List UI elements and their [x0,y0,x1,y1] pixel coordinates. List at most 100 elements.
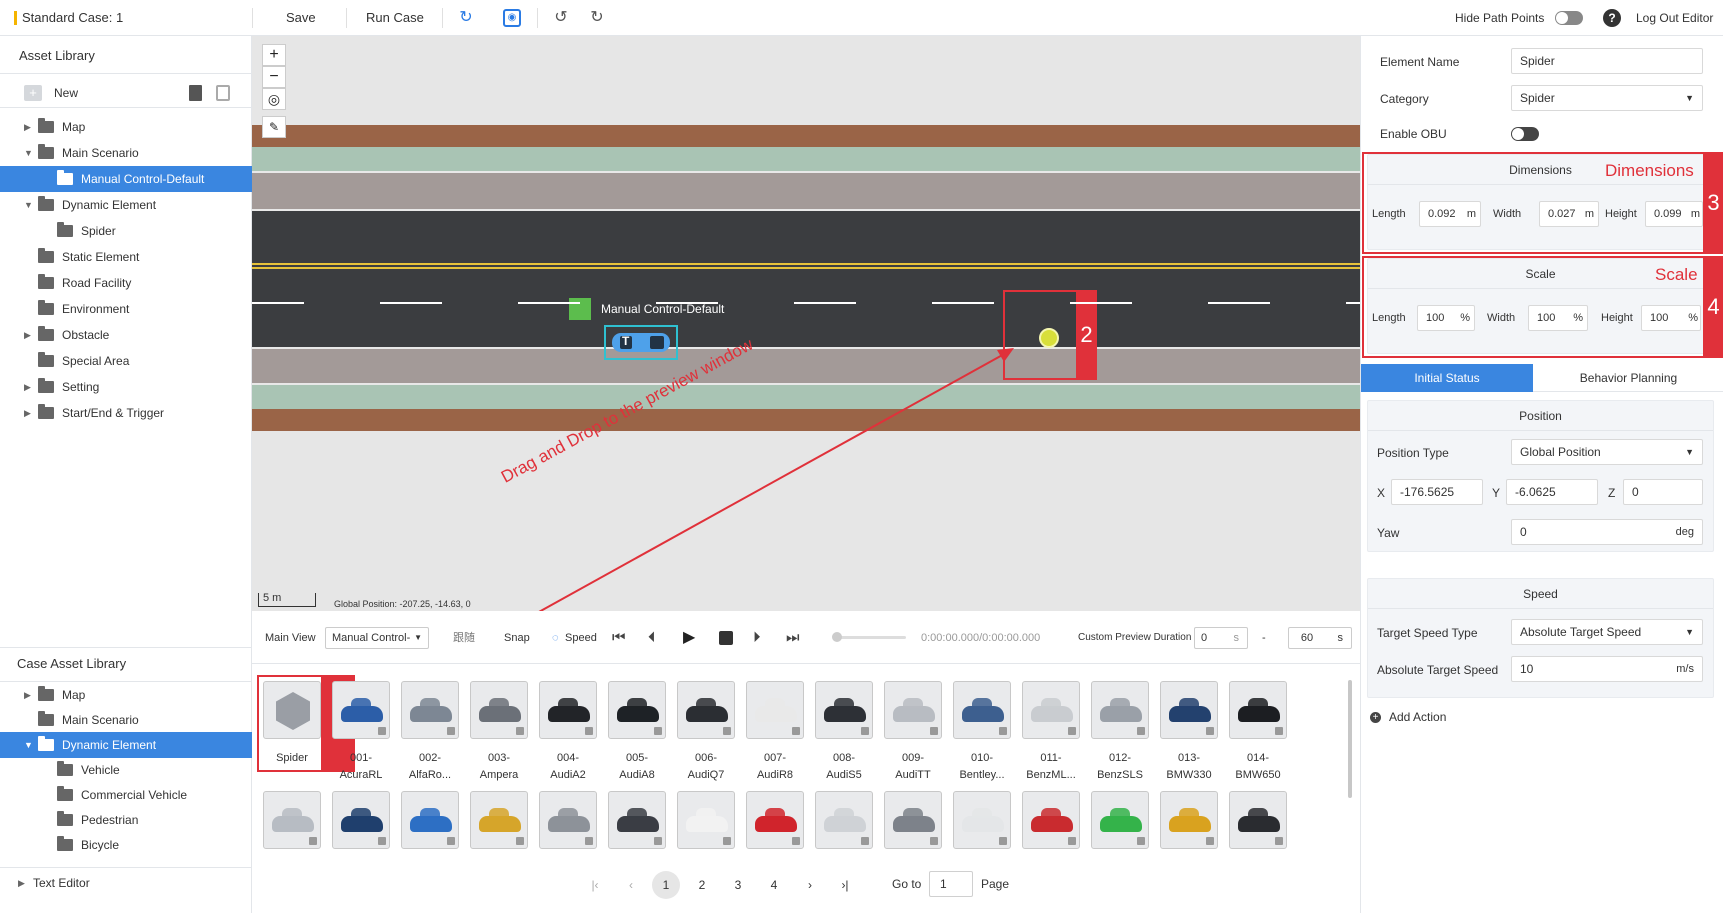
tree-item[interactable]: Bicycle [0,832,252,858]
next-page-button[interactable]: › [796,871,824,899]
speed-button[interactable]: Speed [565,612,597,664]
element-name-input[interactable]: Spider [1511,48,1703,74]
chevron-right-icon[interactable]: ▶ [24,400,34,426]
scale-width-input[interactable]: 100% [1528,305,1588,331]
help-icon[interactable]: ? [1603,9,1621,27]
dim-length-input[interactable]: 0.092 m [1419,201,1481,227]
vehicle-asset[interactable] [1160,791,1218,849]
absolute-target-speed-input[interactable]: 10 m/s [1511,656,1703,682]
timeline-handle[interactable] [832,632,842,642]
delete-icon[interactable] [189,85,202,101]
x-input[interactable]: -176.5625 [1391,479,1483,505]
tree-item[interactable]: Commercial Vehicle [0,782,252,808]
tree-item[interactable]: Road Facility [0,270,252,296]
scale-height-input[interactable]: 100% [1641,305,1701,331]
chevron-right-icon[interactable]: ▶ [24,322,34,348]
refresh-icon[interactable]: ↻ [457,9,475,27]
page-number-button[interactable]: 4 [760,871,788,899]
dim-height-input[interactable]: 0.099 m [1645,201,1703,227]
vehicle-asset[interactable] [677,791,735,849]
vehicle-asset[interactable] [401,681,459,739]
tab-initial-status[interactable]: Initial Status [1361,364,1533,392]
vehicle-asset[interactable] [884,791,942,849]
vehicle-asset[interactable] [1229,681,1287,739]
chevron-down-icon[interactable]: ▼ [24,140,34,166]
copy-icon[interactable] [216,85,230,101]
timeline-slider[interactable] [836,636,906,639]
save-button[interactable]: Save [286,0,316,36]
vehicle-asset[interactable] [539,791,597,849]
tree-item[interactable]: ▼ Dynamic Element [0,732,252,758]
dim-width-input[interactable]: 0.027 m [1539,201,1599,227]
vehicle-asset[interactable] [608,791,666,849]
tree-item[interactable]: Environment [0,296,252,322]
target-speed-type-select[interactable]: Absolute Target Speed ▼ [1511,619,1703,645]
step-forward-icon[interactable]: ⏵ [753,612,761,664]
vehicle-asset[interactable] [1160,681,1218,739]
tree-item[interactable]: ▶ Map [0,682,252,708]
vehicle-asset[interactable] [953,791,1011,849]
skip-back-icon[interactable]: ⏮ [612,612,626,664]
tree-item[interactable]: Special Area [0,348,252,374]
first-page-button[interactable]: |‹ [581,871,609,899]
speed-icon[interactable]: ◌ [552,612,559,664]
vehicle-asset[interactable] [677,681,735,739]
tree-item[interactable]: Manual Control-Default [0,166,252,192]
tree-item[interactable]: Pedestrian [0,807,252,833]
chevron-right-icon[interactable]: ▶ [24,114,34,140]
skip-forward-icon[interactable]: ⏭ [786,612,800,664]
tree-item[interactable]: Static Element [0,244,252,270]
tree-item[interactable]: ▼ Dynamic Element [0,192,252,218]
new-icon[interactable]: + [24,85,42,101]
chevron-down-icon[interactable]: ▼ [24,192,34,218]
vehicle-asset[interactable] [1091,791,1149,849]
vehicle-asset[interactable] [470,791,528,849]
run-case-button[interactable]: Run Case [366,0,424,36]
hide-path-points-toggle[interactable] [1555,11,1583,25]
prev-page-button[interactable]: ‹ [617,871,645,899]
preview-canvas[interactable]: + − ◎ ✎ Manual Control-Default T 2 Drag … [252,36,1360,611]
vehicle-asset[interactable] [263,791,321,849]
tree-item[interactable]: Main Scenario [0,707,252,733]
new-button[interactable]: New [54,86,78,100]
duration-to-input[interactable]: 60 s [1288,627,1352,649]
vehicle-asset[interactable] [884,681,942,739]
text-editor-item[interactable]: Text Editor [33,876,90,890]
follow-toggle[interactable]: 跟随 [453,612,475,664]
redo-icon[interactable]: ↻ [588,9,606,27]
page-number-button[interactable]: 2 [688,871,716,899]
tree-item[interactable]: ▶ Obstacle [0,322,252,348]
chevron-right-icon[interactable]: ▶ [24,374,34,400]
page-number-button[interactable]: 3 [724,871,752,899]
undo-icon[interactable]: ↺ [552,9,570,27]
stop-icon[interactable] [719,631,733,645]
z-input[interactable]: 0 [1623,479,1703,505]
vehicle-asset[interactable] [815,681,873,739]
tree-item[interactable]: ▶ Map [0,114,252,140]
category-select[interactable]: Spider ▼ [1511,85,1703,111]
text-editor-arrow-icon[interactable]: ▶ [18,878,25,889]
goto-page-input[interactable]: 1 [929,871,973,897]
tree-item[interactable]: ▶ Start/End & Trigger [0,400,252,426]
main-view-select[interactable]: Manual Control- ▼ [325,627,429,649]
vehicle-asset[interactable] [608,681,666,739]
add-action-icon[interactable]: + [1370,712,1381,723]
snap-button[interactable]: Snap [504,612,530,664]
step-back-icon[interactable]: ⏴ [648,612,656,664]
play-icon[interactable]: ▶ [683,612,695,664]
focus-icon[interactable]: ◉ [503,9,521,27]
vehicle-asset[interactable] [746,681,804,739]
duration-from-input[interactable]: 0s [1194,627,1248,649]
tab-behavior-planning[interactable]: Behavior Planning [1533,364,1723,392]
vehicle-asset[interactable] [1091,681,1149,739]
vehicle-asset[interactable] [401,791,459,849]
asset-scrollbar[interactable] [1348,680,1352,798]
vehicle-asset[interactable] [746,791,804,849]
vehicle-asset[interactable] [539,681,597,739]
tree-item[interactable]: ▼ Main Scenario [0,140,252,166]
spider-asset[interactable] [263,681,321,739]
page-number-button[interactable]: 1 [652,871,680,899]
scale-length-input[interactable]: 100% [1417,305,1475,331]
add-action-button[interactable]: Add Action [1389,710,1446,724]
yaw-input[interactable]: 0 deg [1511,519,1703,545]
